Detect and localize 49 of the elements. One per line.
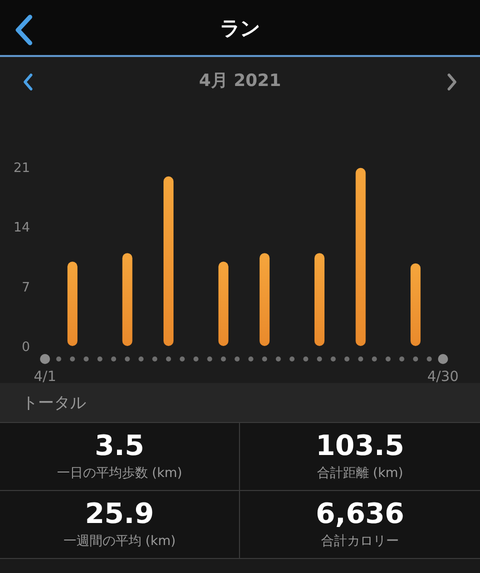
day-dot: [220, 356, 226, 362]
stat-label: 一日の平均歩数 (km): [56, 464, 182, 483]
section-title: トータル: [22, 392, 86, 414]
day-dot: [207, 356, 212, 362]
day-dot: [56, 356, 62, 362]
x-axis-label: 4/30: [427, 369, 459, 385]
day-dot: [344, 356, 350, 362]
day-dot: [124, 356, 130, 362]
stat-value: 3.5: [94, 430, 144, 462]
day-dot: [386, 356, 391, 362]
day-dot: [40, 354, 50, 364]
day-dot: [234, 356, 240, 362]
day-dot: [438, 354, 448, 364]
stat-label: 一週間の平均 (km): [63, 532, 176, 551]
stat-value: 103.5: [316, 430, 404, 462]
day-dot: [399, 356, 404, 362]
day-dot: [372, 356, 377, 362]
day-dot: [303, 356, 308, 362]
x-axis-label: 4/1: [34, 369, 56, 385]
y-axis-label: 7: [22, 280, 30, 296]
day-dot: [138, 356, 144, 362]
stat-value: 25.9: [84, 498, 154, 530]
day-dot: [316, 356, 322, 362]
day-dot: [152, 356, 158, 362]
day-dot: [70, 356, 75, 362]
y-axis-label: 14: [13, 220, 30, 236]
day-dot: [290, 356, 295, 362]
day-dot: [276, 356, 281, 362]
stat-value: 6,636: [316, 498, 404, 530]
day-dot: [84, 356, 89, 362]
day-dot: [426, 356, 432, 362]
day-dot: [180, 356, 185, 362]
day-dot: [248, 356, 254, 362]
day-dot: [166, 356, 172, 362]
stat-label: 合計距離 (km): [316, 464, 404, 483]
screen-title: ラン: [220, 14, 260, 42]
day-dot: [330, 356, 336, 362]
day-dot: [413, 356, 418, 362]
y-axis-label: 21: [13, 161, 30, 176]
day-dot: [97, 356, 102, 362]
day-dot: [193, 356, 198, 362]
y-axis-label: 0: [22, 340, 30, 355]
day-dot: [358, 356, 364, 362]
day-dot: [111, 356, 116, 362]
stat-label: 合計カロリー: [321, 532, 399, 551]
day-dot: [262, 356, 268, 362]
chevron-left-icon: [22, 73, 34, 91]
chevron-right-icon: [446, 73, 458, 91]
period-label: 4月 2021: [198, 70, 282, 94]
